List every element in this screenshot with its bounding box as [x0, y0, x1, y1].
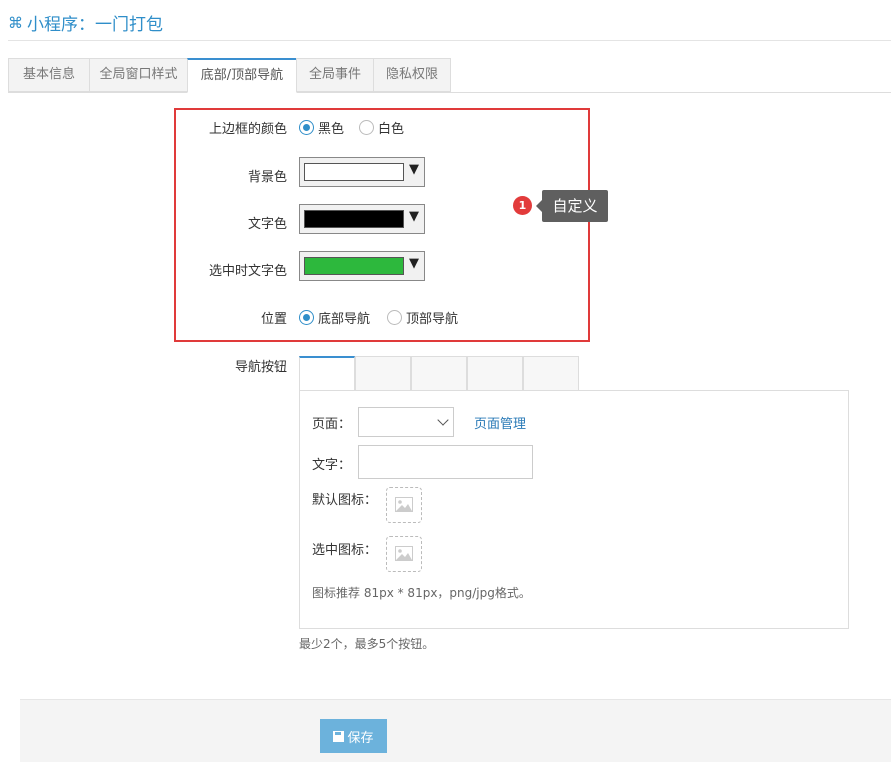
nav-button-panel: 页面： 页面管理 文字： 默认图标： 选中图标： 图标推荐 81px * 81p…: [299, 390, 849, 629]
nav-buttons-label: 导航按钮: [234, 360, 287, 375]
tab-nav-settings[interactable]: 底部/顶部导航: [187, 58, 297, 93]
tab-global-events[interactable]: 全局事件: [296, 58, 374, 92]
title-divider: [8, 40, 891, 41]
annotation-badge: 1: [513, 196, 532, 215]
page-field-label: 页面：: [312, 417, 352, 432]
page-title-text: 小程序：一门打包: [27, 15, 163, 35]
nav-button-tab-4[interactable]: [467, 356, 523, 391]
nav-button-tab-1[interactable]: [299, 356, 355, 391]
default-icon-label: 默认图标：: [312, 493, 378, 508]
tab-basic-info[interactable]: 基本信息: [8, 58, 90, 92]
form-footer: 保存: [20, 699, 891, 762]
tab-global-window-style[interactable]: 全局窗口样式: [89, 58, 188, 92]
tab-privacy-permissions[interactable]: 隐私权限: [373, 58, 451, 92]
annotation-tooltip: 自定义: [536, 190, 608, 222]
save-button-label: 保存: [347, 730, 374, 746]
chevron-down-icon: [437, 414, 449, 426]
nav-button-tab-2[interactable]: [355, 356, 411, 391]
app-page: ⌘ 小程序：一门打包 基本信息 全局窗口样式 底部/顶部导航 全局事件 隐私权限…: [0, 0, 891, 762]
floppy-disk-icon: [333, 730, 345, 742]
icon-size-hint: 图标推荐 81px * 81px，png/jpg格式。: [312, 586, 531, 600]
default-icon-upload[interactable]: [386, 487, 422, 523]
command-icon: ⌘: [8, 13, 23, 32]
image-placeholder-icon: [395, 546, 413, 561]
selected-icon-upload[interactable]: [386, 536, 422, 572]
image-placeholder-icon: [395, 497, 413, 512]
page-title: ⌘ 小程序：一门打包: [8, 10, 163, 36]
text-input[interactable]: [358, 445, 533, 479]
save-button[interactable]: 保存: [320, 719, 387, 753]
button-limit-hint: 最少2个，最多5个按钮。: [299, 637, 435, 651]
tab-bar: 基本信息 全局窗口样式 底部/顶部导航 全局事件 隐私权限: [8, 58, 891, 93]
selected-icon-label: 选中图标：: [312, 543, 378, 558]
text-field-label: 文字：: [312, 458, 352, 473]
nav-button-tab-3[interactable]: [411, 356, 467, 391]
page-manage-link[interactable]: 页面管理: [474, 413, 526, 432]
nav-button-tab-5[interactable]: [523, 356, 579, 391]
page-select[interactable]: [358, 407, 454, 437]
highlight-box: [174, 108, 590, 342]
